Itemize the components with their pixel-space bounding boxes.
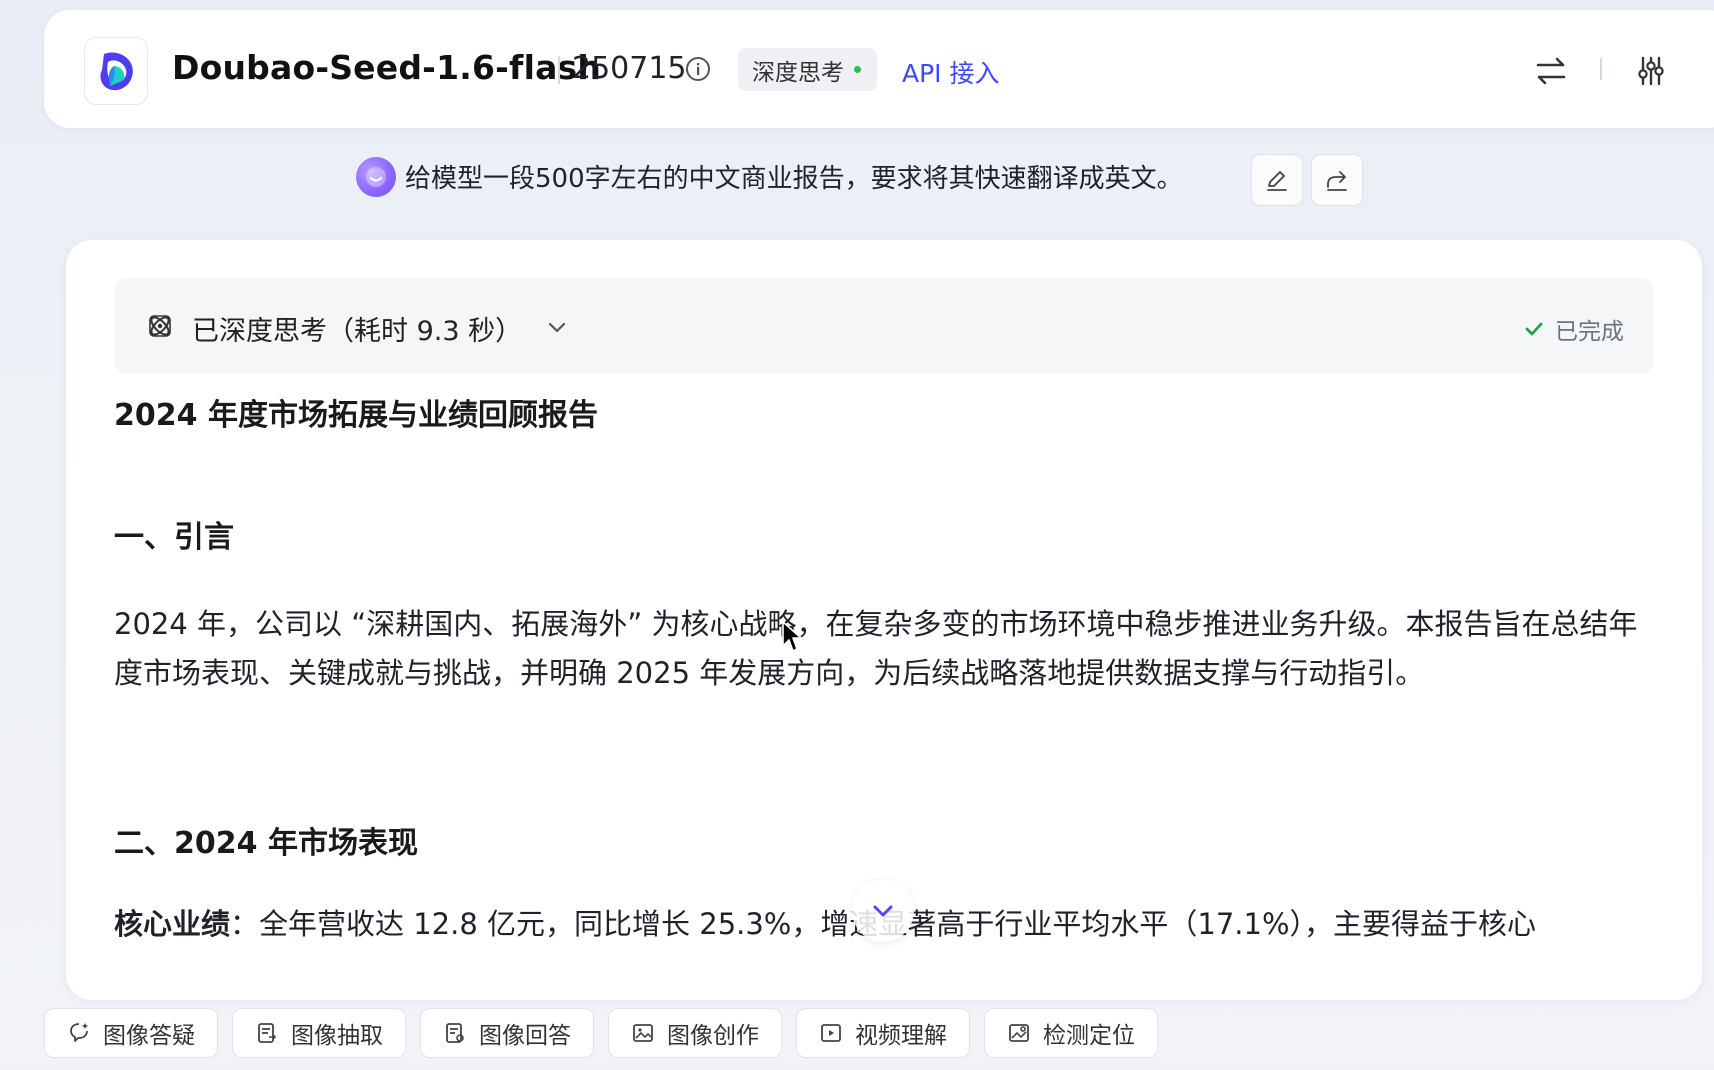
button-label: 图像创作: [667, 1023, 759, 1049]
video-understand-icon: [821, 1024, 841, 1042]
image-create-button[interactable]: 图像创作: [608, 1008, 782, 1058]
paragraph: 2024 年，公司以 “深耕国内、拓展海外” 为核心战略，在复杂多变的市场环境中…: [114, 607, 1638, 690]
sliders-icon[interactable]: [1634, 54, 1668, 88]
image-extract-button[interactable]: 图像抽取: [232, 1008, 406, 1058]
button-label: 图像答疑: [103, 1023, 195, 1049]
button-label: 图像回答: [479, 1023, 571, 1049]
image-create-icon: [633, 1024, 653, 1042]
app-logo: [84, 37, 148, 105]
bold-label: 核心业绩: [114, 907, 231, 941]
share-icon: [1327, 171, 1347, 191]
scroll-down-button[interactable]: [852, 880, 914, 942]
api-access-link[interactable]: API 接入: [902, 54, 1000, 90]
thinking-status: 已完成: [1523, 312, 1624, 346]
thinking-panel[interactable]: 已深度思考（耗时 9.3 秒） 已完成: [114, 278, 1654, 374]
check-icon: [1525, 322, 1543, 336]
swap-icon[interactable]: [1534, 54, 1568, 88]
divider: [1600, 58, 1602, 80]
chevron-down-icon[interactable]: [546, 316, 568, 338]
detect-locate-icon: [1009, 1024, 1029, 1042]
section-heading: 一、引言: [114, 520, 234, 555]
detect-locate-button[interactable]: 检测定位: [984, 1008, 1158, 1058]
report-title: 2024 年度市场拓展与业绩回顾报告: [114, 398, 598, 433]
button-label: 图像抽取: [291, 1023, 383, 1049]
image-qa-button[interactable]: 图像答疑: [44, 1008, 218, 1058]
button-label: 检测定位: [1043, 1023, 1135, 1049]
share-prompt-button[interactable]: [1311, 154, 1363, 206]
video-understand-button[interactable]: 视频理解: [796, 1008, 970, 1058]
section-heading: 二、2024 年市场表现: [114, 826, 418, 861]
user-avatar: [356, 157, 396, 197]
deep-think-badge[interactable]: 深度思考: [738, 48, 877, 91]
model-version: 250715: [572, 51, 687, 86]
model-name: Doubao-Seed-1.6-flash: [172, 48, 602, 87]
edit-prompt-button[interactable]: [1251, 154, 1303, 206]
status-dot: [854, 66, 861, 73]
image-qa-icon: [70, 1023, 88, 1042]
atom-icon: [149, 315, 171, 337]
thinking-label: 已深度思考（耗时 9.3 秒）: [192, 316, 523, 347]
info-icon[interactable]: [685, 56, 711, 82]
edit-icon: [1267, 171, 1287, 191]
button-label: 视频理解: [855, 1023, 947, 1049]
deep-think-label: 深度思考: [752, 59, 844, 86]
chevron-down-icon: [873, 905, 893, 917]
mouse-cursor-icon: [782, 621, 802, 652]
prompt-text: 给模型一段500字左右的中文商业报告，要求将其快速翻译成英文。: [405, 164, 1183, 194]
doubao-logo-icon: [100, 52, 133, 91]
capability-toolbar: 图像答疑 图像抽取 图像回答 图像创作 视频理解 检测定位: [44, 1008, 1158, 1060]
divider: [558, 56, 560, 84]
image-extract-icon: [258, 1023, 277, 1043]
smile-icon: [366, 167, 386, 187]
image-answer-icon: [446, 1023, 464, 1043]
image-answer-button[interactable]: 图像回答: [420, 1008, 594, 1058]
status-text: 已完成: [1555, 319, 1624, 345]
